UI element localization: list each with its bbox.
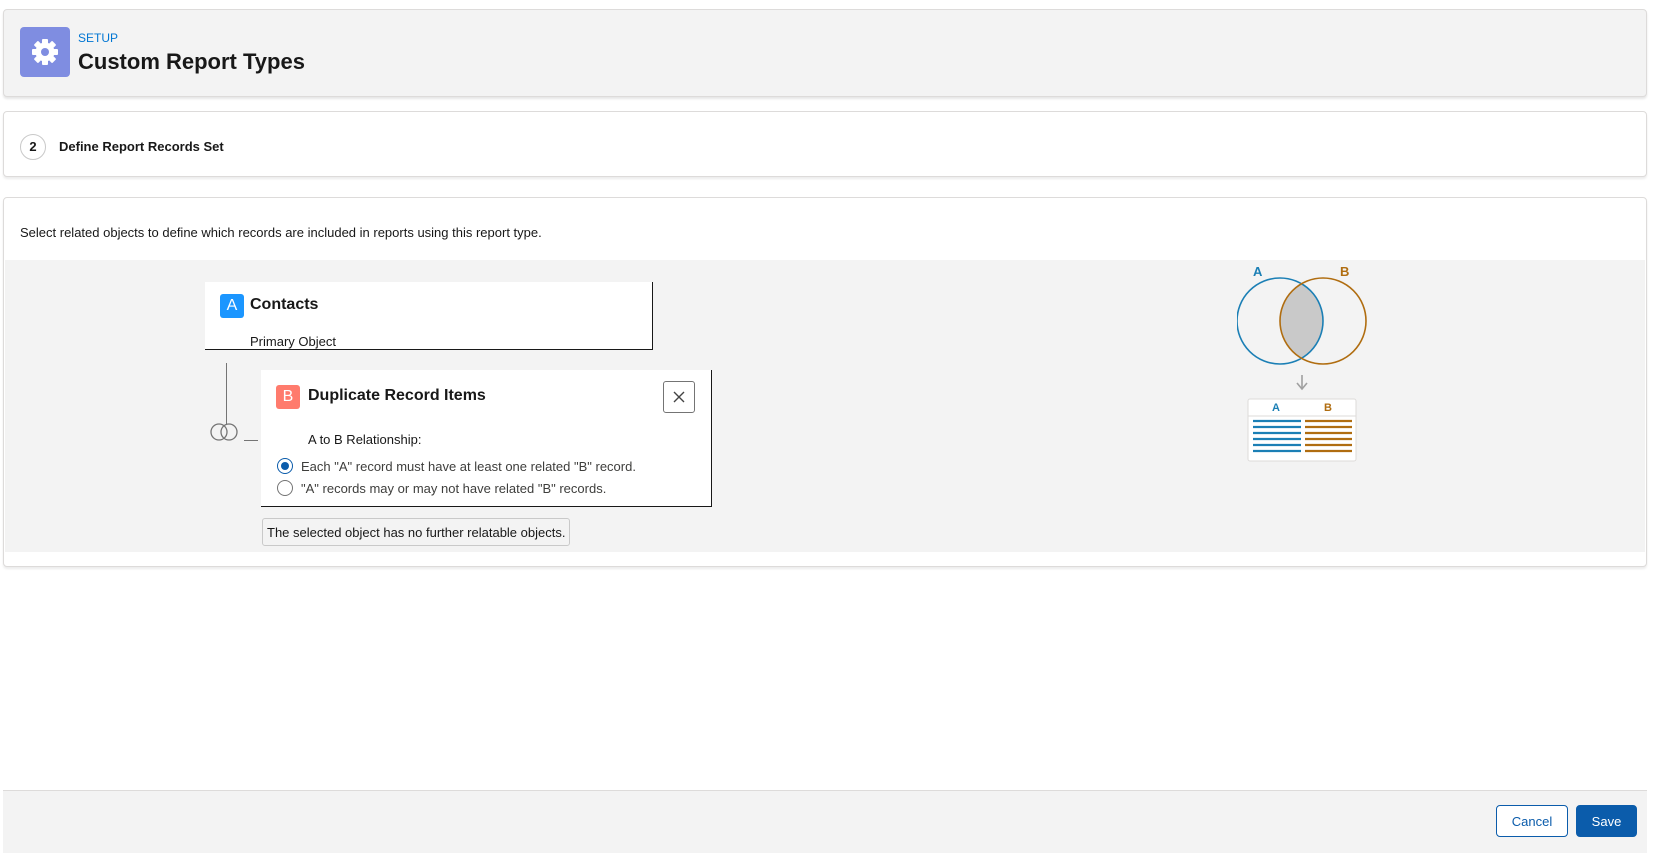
relationship-option-label: Each "A" record must have at least one r… (301, 459, 636, 474)
connector-line (226, 363, 227, 424)
connector-dash (244, 440, 258, 441)
step-header: 2 Define Report Records Set (3, 111, 1647, 177)
object-b-name: Duplicate Record Items (308, 387, 486, 404)
object-relationship-canvas: A Contacts Primary Object B Duplicate Re… (5, 260, 1645, 552)
cancel-button[interactable]: Cancel (1496, 805, 1568, 837)
object-a-name: Contacts (250, 296, 319, 313)
report-records-panel: Select related objects to define which r… (3, 197, 1647, 567)
save-button[interactable]: Save (1576, 805, 1637, 837)
header-eyebrow: SETUP (78, 31, 119, 45)
instructions-text: Select related objects to define which r… (20, 225, 542, 240)
relationship-option-label: "A" records may or may not have related … (301, 481, 607, 496)
related-object-card: B Duplicate Record Items A to B Relation… (261, 370, 712, 507)
page-title: Custom Report Types (78, 49, 305, 74)
radio-button-selected[interactable] (277, 458, 293, 474)
radio-button[interactable] (277, 480, 293, 496)
object-a-badge: A (220, 294, 244, 318)
step-label: Define Report Records Set (59, 139, 224, 154)
relationship-label: A to B Relationship: (308, 432, 422, 447)
table-header-a: A (1272, 402, 1280, 414)
object-b-badge: B (276, 385, 300, 409)
page-header: SETUP Custom Report Types (3, 9, 1647, 97)
step-number: 2 (20, 134, 46, 160)
join-icon (210, 422, 240, 447)
gear-icon (20, 27, 70, 77)
object-a-subtitle: Primary Object (250, 334, 336, 349)
footer-bar: Cancel Save (3, 790, 1647, 853)
venn-diagram-illustration: A B A B (1236, 260, 1387, 475)
venn-label-b: B (1340, 264, 1349, 279)
arrow-down-icon (1296, 375, 1308, 391)
venn-label-a: A (1253, 264, 1263, 279)
table-header-b: B (1324, 402, 1332, 414)
primary-object-card: A Contacts Primary Object (205, 282, 653, 350)
no-further-objects-note: The selected object has no further relat… (262, 518, 571, 546)
remove-object-button[interactable] (663, 381, 695, 413)
close-icon (673, 391, 685, 403)
